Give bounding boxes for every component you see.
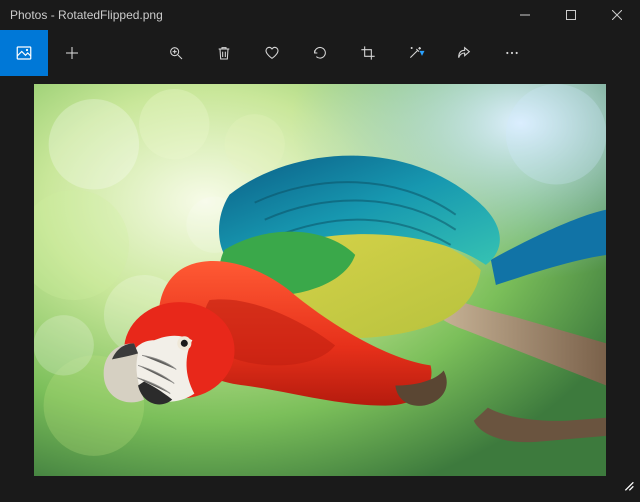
ellipsis-icon — [504, 45, 520, 61]
title-bar[interactable]: Photos - RotatedFlipped.png — [0, 0, 640, 30]
more-button[interactable] — [488, 30, 536, 76]
viewer-area[interactable] — [0, 76, 640, 502]
window-title: Photos - RotatedFlipped.png — [0, 8, 163, 22]
minimize-button[interactable] — [502, 0, 548, 30]
photos-app-window: Photos - RotatedFlipped.png — [0, 0, 640, 502]
view-photo-tab[interactable] — [0, 30, 48, 76]
chevron-down-icon: ▾ — [419, 48, 424, 59]
share-button[interactable] — [440, 30, 488, 76]
maximize-button[interactable] — [548, 0, 594, 30]
heart-icon — [264, 45, 280, 61]
crop-button[interactable] — [344, 30, 392, 76]
trash-icon — [216, 45, 232, 61]
resize-handle-icon[interactable] — [620, 477, 636, 498]
plus-icon — [64, 45, 80, 61]
edit-create-button[interactable]: ▾ — [392, 30, 440, 76]
photo-canvas[interactable] — [34, 84, 606, 476]
share-icon — [456, 45, 472, 61]
zoom-button[interactable] — [152, 30, 200, 76]
window-controls — [502, 0, 640, 30]
rotate-icon — [312, 45, 328, 61]
delete-button[interactable] — [200, 30, 248, 76]
picture-icon — [15, 44, 33, 62]
toolbar: ▾ — [0, 30, 640, 76]
add-button[interactable] — [48, 30, 96, 76]
favorite-button[interactable] — [248, 30, 296, 76]
zoom-icon — [168, 45, 184, 61]
rotate-button[interactable] — [296, 30, 344, 76]
close-button[interactable] — [594, 0, 640, 30]
crop-icon — [360, 45, 376, 61]
